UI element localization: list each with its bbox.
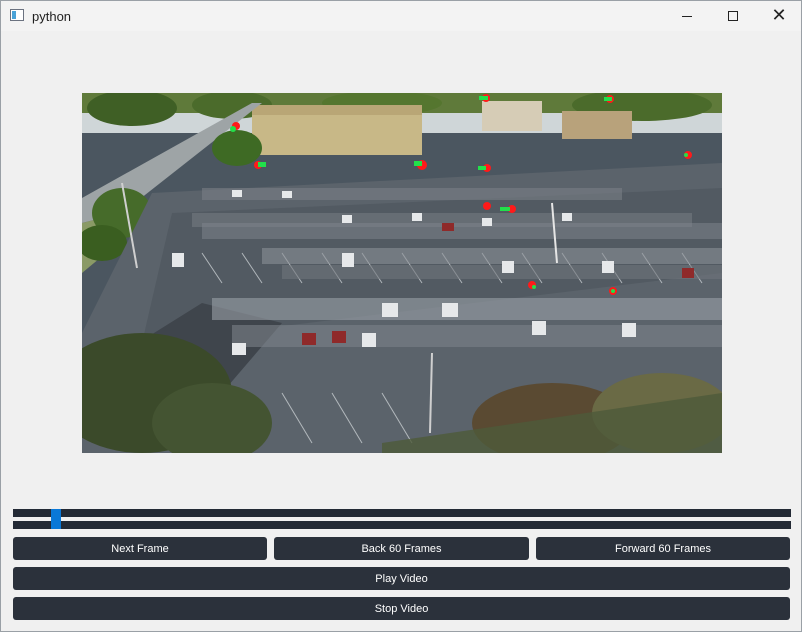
app-window-icon xyxy=(10,9,24,21)
close-button[interactable]: ✕ xyxy=(756,1,802,31)
next-frame-button[interactable]: Next Frame xyxy=(13,537,267,560)
stop-video-button[interactable]: Stop Video xyxy=(13,597,790,620)
slider-handle[interactable] xyxy=(51,509,61,529)
minimize-icon xyxy=(682,15,692,17)
play-video-button[interactable]: Play Video xyxy=(13,567,790,590)
app-window: python ✕ Next Frame Back 60 Frames Forwa… xyxy=(0,0,802,632)
maximize-icon xyxy=(728,11,738,21)
close-icon: ✕ xyxy=(771,5,787,26)
back-60-frames-button[interactable]: Back 60 Frames xyxy=(274,537,529,560)
title-bar[interactable]: python ✕ xyxy=(1,1,801,31)
frame-slider[interactable] xyxy=(13,509,791,531)
slider-track-upper[interactable] xyxy=(13,509,791,517)
minimize-button[interactable] xyxy=(664,1,710,31)
parking-lot-image xyxy=(82,93,722,453)
maximize-button[interactable] xyxy=(710,1,756,31)
window-title: python xyxy=(32,9,72,24)
slider-track-lower[interactable] xyxy=(13,521,791,529)
forward-60-frames-button[interactable]: Forward 60 Frames xyxy=(536,537,790,560)
video-frame xyxy=(82,93,722,453)
